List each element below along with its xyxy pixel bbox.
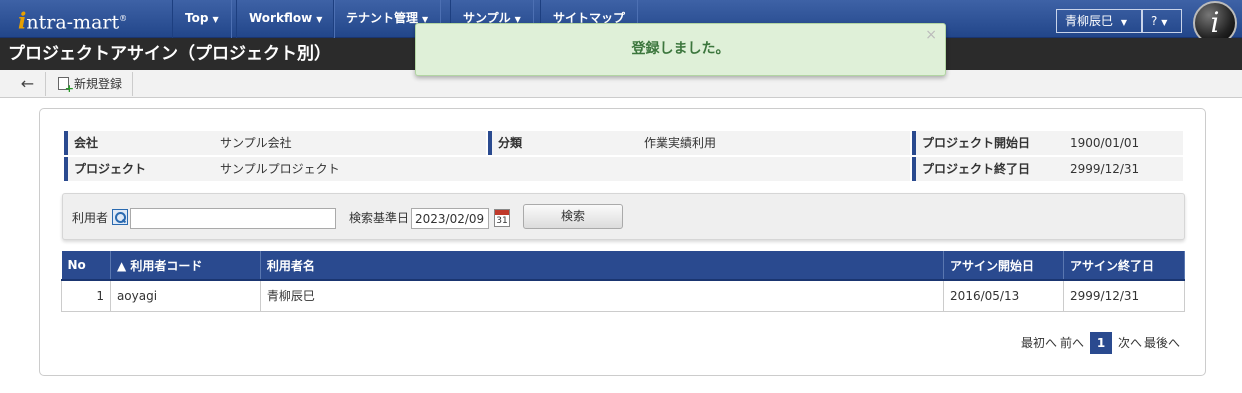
search-icon[interactable] <box>112 209 128 225</box>
search-panel: 利用者 検索基準日 31 検索 <box>62 193 1185 240</box>
search-date-label: 検索基準日 <box>349 211 410 225</box>
help-label: ? <box>1151 14 1158 28</box>
intra-mart-logo[interactable]: intra-mart® <box>18 2 178 36</box>
row-user-code: aoyagi <box>109 279 261 312</box>
pager-prev[interactable]: 前へ <box>1060 332 1084 354</box>
new-register-label: 新規登録 <box>74 77 123 91</box>
row-user-name: 青柳辰巳 <box>259 279 945 312</box>
user-search-input[interactable] <box>130 208 336 229</box>
chevron-down-icon: ▼ <box>316 15 323 24</box>
calendar-icon[interactable]: 31 <box>494 209 510 227</box>
success-toast: 登録しました。 × <box>415 23 946 76</box>
user-search-label: 利用者 <box>72 211 109 225</box>
user-name: 青柳辰巳 <box>1065 14 1114 28</box>
row-assign-start: 2016/05/13 <box>943 279 1064 312</box>
pager-current: 1 <box>1090 332 1112 354</box>
project-value: サンプルプロジェクト <box>210 157 910 181</box>
search-date-input[interactable] <box>411 208 489 229</box>
new-register-button[interactable]: 新規登録 <box>48 72 134 96</box>
company-label: 会社 <box>64 131 210 155</box>
pager-first[interactable]: 最初へ <box>1021 332 1057 354</box>
chevron-down-icon: ▼ <box>1161 18 1168 27</box>
table-row[interactable]: 1 aoyagi 青柳辰巳 2016/05/13 2999/12/31 <box>61 279 1185 312</box>
toast-message: 登録しました。 <box>631 41 730 57</box>
row-assign-end: 2999/12/31 <box>1063 279 1185 312</box>
project-label: プロジェクト <box>64 157 210 181</box>
pager-next[interactable]: 次へ <box>1118 332 1142 354</box>
nav-tenant-admin-label: テナント管理 <box>346 11 419 25</box>
column-header-no: No <box>61 251 111 281</box>
chevron-down-icon: ▼ <box>1120 18 1127 27</box>
row-no: 1 <box>61 279 111 312</box>
category-label: 分類 <box>488 131 634 155</box>
project-start-label: プロジェクト開始日 <box>912 131 1060 155</box>
column-header-user-name[interactable]: 利用者名 <box>260 251 945 281</box>
column-header-assign-end[interactable]: アサイン終了日 <box>1063 251 1185 281</box>
column-header-assign-start[interactable]: アサイン開始日 <box>943 251 1064 281</box>
nav-workflow[interactable]: Workflow ▼ <box>236 0 336 38</box>
column-header-user-code[interactable]: ▲ 利用者コード <box>110 251 261 281</box>
category-value: 作業実績利用 <box>634 131 910 155</box>
close-icon[interactable]: × <box>925 28 937 42</box>
project-end-label: プロジェクト終了日 <box>912 157 1060 181</box>
arrow-left-icon: ← <box>20 74 35 93</box>
assignment-table: No ▲ 利用者コード 利用者名 アサイン開始日 アサイン終了日 1 aoyag… <box>61 251 1185 312</box>
new-document-icon <box>58 77 74 94</box>
back-button[interactable]: ← <box>10 72 46 96</box>
nav-workflow-label: Workflow <box>249 11 313 25</box>
company-value: サンプル会社 <box>210 131 486 155</box>
project-end-value: 2999/12/31 <box>1060 157 1183 181</box>
search-button[interactable]: 検索 <box>523 204 623 229</box>
help-menu[interactable]: ? ▼ <box>1142 9 1182 33</box>
project-start-value: 1900/01/01 <box>1060 131 1183 155</box>
table-header-row: No ▲ 利用者コード 利用者名 アサイン開始日 アサイン終了日 <box>61 251 1185 281</box>
user-menu[interactable]: 青柳辰巳 ▼ <box>1056 9 1142 33</box>
chevron-down-icon: ▼ <box>212 15 219 24</box>
nav-top[interactable]: Top ▼ <box>172 0 232 38</box>
nav-top-label: Top <box>185 11 209 25</box>
pager-last[interactable]: 最後へ <box>1144 332 1180 354</box>
